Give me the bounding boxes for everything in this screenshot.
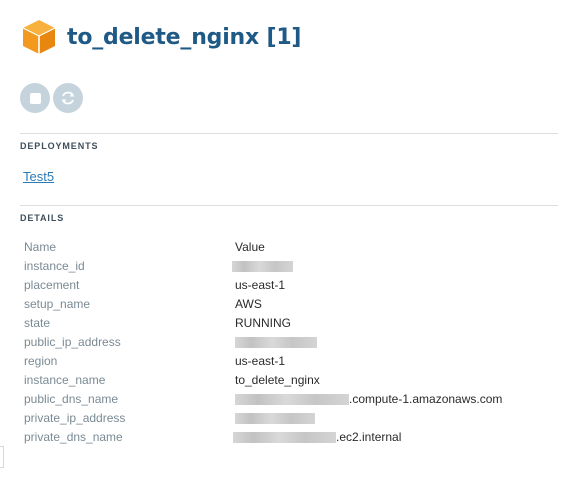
table-row: placement us-east-1 — [24, 275, 502, 294]
detail-value: AWS — [235, 296, 262, 311]
stop-button[interactable] — [20, 83, 50, 113]
table-row: state RUNNING — [24, 313, 502, 332]
refresh-icon — [61, 91, 75, 105]
redacted-value — [235, 393, 349, 405]
details-table: Name Value instance_id placement us-east… — [24, 237, 502, 446]
detail-value: RUNNING — [235, 315, 291, 330]
action-bar — [20, 83, 83, 113]
detail-value: us-east-1 — [235, 277, 286, 292]
detail-key: placement — [24, 277, 80, 292]
table-row: private_dns_name .ec2.internal — [24, 427, 502, 446]
section-label-details: DETAILS — [20, 213, 65, 223]
table-row: public_ip_address — [24, 332, 502, 351]
detail-value: to_delete_nginx — [235, 372, 320, 387]
table-row: private_ip_address — [24, 408, 502, 427]
detail-key: private_dns_name — [24, 429, 123, 444]
detail-key: public_dns_name — [24, 391, 119, 406]
table-row: instance_name to_delete_nginx — [24, 370, 502, 389]
resize-handle[interactable] — [0, 446, 4, 468]
detail-key: private_ip_address — [24, 410, 126, 425]
divider — [20, 133, 558, 134]
table-row: region us-east-1 — [24, 351, 502, 370]
detail-key: state — [24, 315, 51, 330]
table-row: instance_id — [24, 256, 502, 275]
detail-value: .ec2.internal — [233, 427, 502, 446]
detail-value — [235, 408, 502, 427]
detail-value-suffix: .compute-1.amazonaws.com — [349, 391, 503, 406]
redacted-value — [235, 336, 317, 348]
redacted-value — [232, 260, 293, 272]
detail-key: instance_name — [24, 372, 106, 387]
section-label-deployments: DEPLOYMENTS — [20, 141, 99, 151]
detail-value-suffix: .ec2.internal — [336, 429, 402, 444]
column-header-value: Value — [235, 239, 265, 254]
detail-value: us-east-1 — [235, 353, 286, 368]
redacted-value — [235, 412, 315, 424]
page-header: to_delete_nginx [1] — [20, 18, 301, 56]
table-row: public_dns_name .compute-1.amazonaws.com — [24, 389, 502, 408]
column-header-name: Name — [24, 239, 57, 254]
deployment-link[interactable]: Test5 — [23, 169, 54, 184]
cube-icon — [22, 20, 56, 54]
table-row: setup_name AWS — [24, 294, 502, 313]
detail-key: region — [24, 353, 58, 368]
divider — [20, 205, 558, 206]
detail-value — [235, 332, 502, 351]
redacted-value — [233, 431, 336, 443]
detail-value — [232, 256, 502, 275]
table-header-row: Name Value — [24, 237, 502, 256]
detail-key: instance_id — [24, 258, 85, 273]
detail-key: public_ip_address — [24, 334, 121, 349]
stop-icon — [29, 92, 41, 104]
page-title: to_delete_nginx [1] — [67, 24, 302, 50]
refresh-button[interactable] — [53, 83, 83, 113]
detail-key: setup_name — [24, 296, 91, 311]
detail-value: .compute-1.amazonaws.com — [235, 389, 502, 408]
